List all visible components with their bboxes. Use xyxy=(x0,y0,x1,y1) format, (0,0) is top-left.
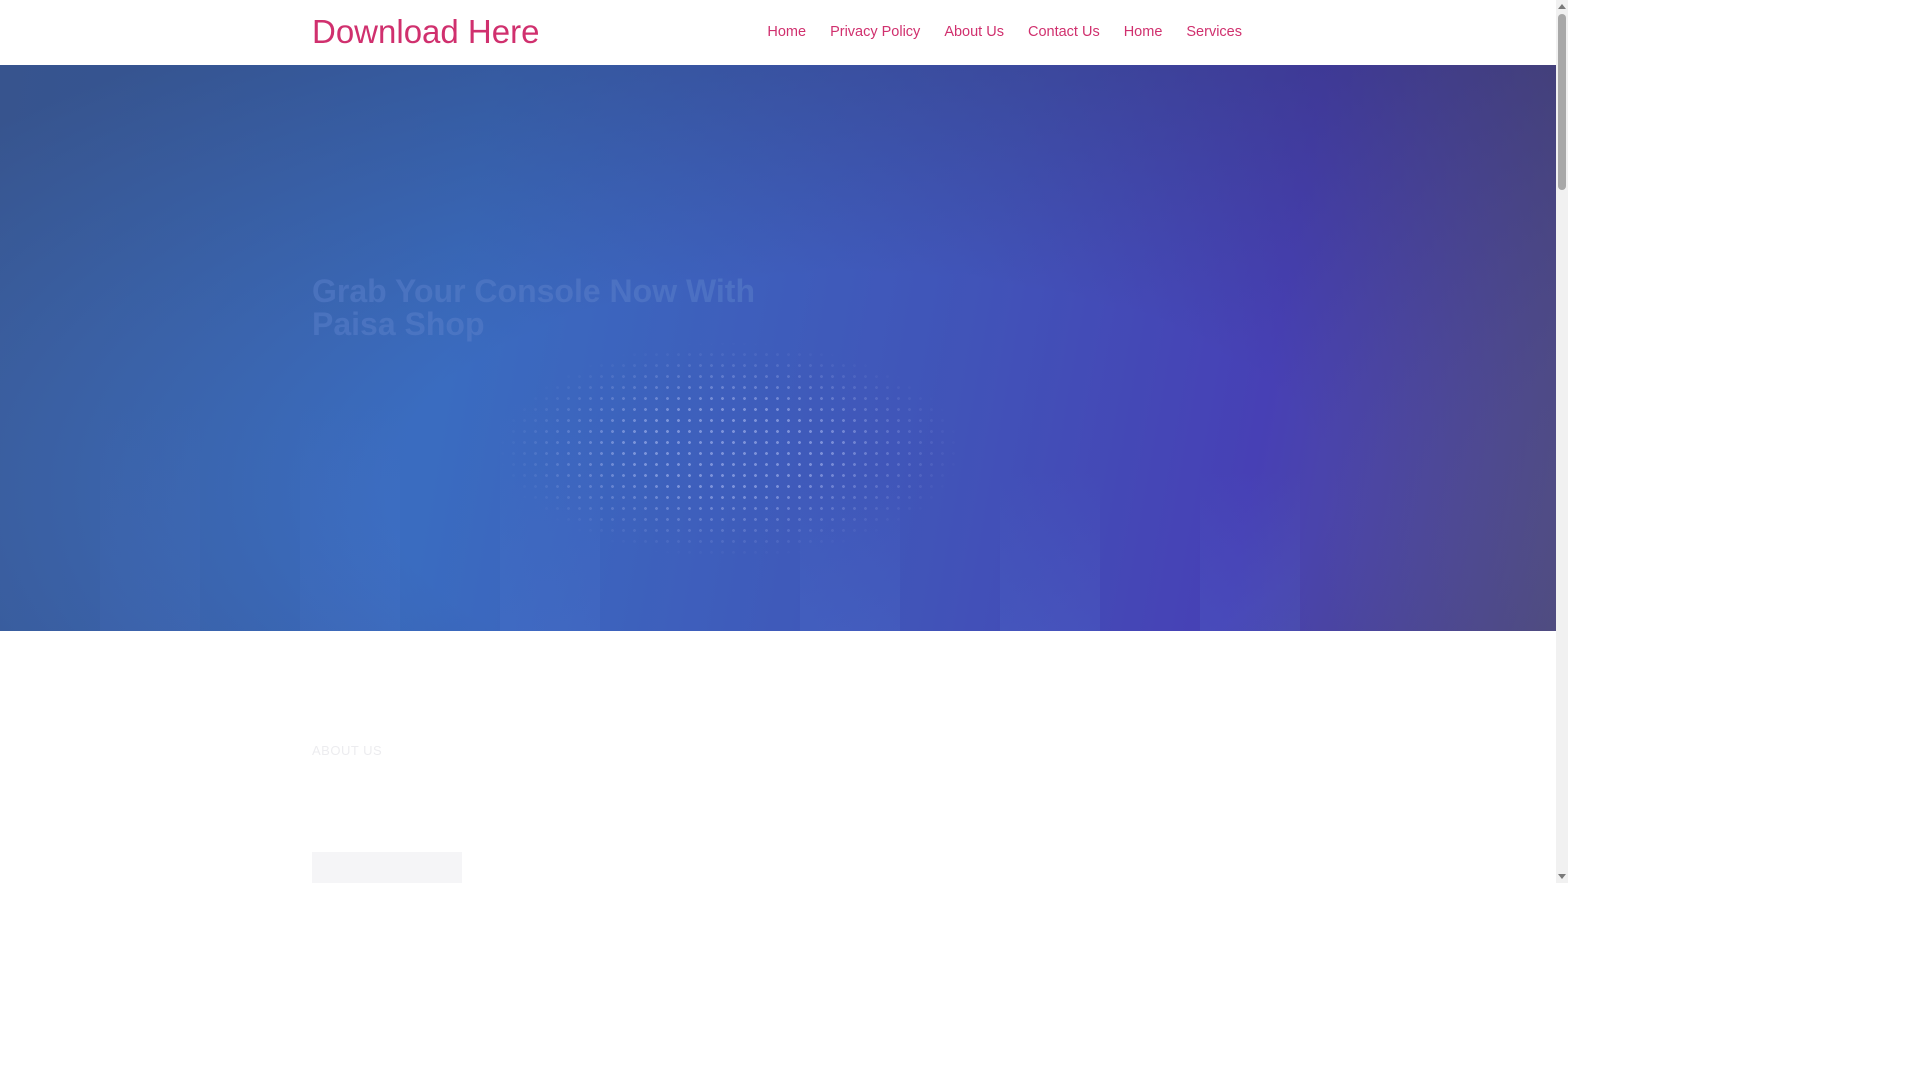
nav-contact-us[interactable]: Contact Us xyxy=(1016,22,1112,42)
nav-privacy-policy[interactable]: Privacy Policy xyxy=(818,22,932,42)
about-section-label: ABOUT US xyxy=(312,743,383,758)
about-read-more-button[interactable] xyxy=(312,852,462,883)
page: Download Here Home Privacy Policy About … xyxy=(0,0,1556,883)
scrollbar-thumb[interactable] xyxy=(1558,14,1566,190)
site-logo-link[interactable]: Download Here xyxy=(312,12,539,52)
nav-services[interactable]: Services xyxy=(1174,22,1242,42)
nav-about-us[interactable]: About Us xyxy=(932,22,1016,42)
vertical-scrollbar[interactable] xyxy=(1556,0,1568,883)
hero-title: Grab Your Console Now With Paisa Shop xyxy=(312,273,755,342)
hero-banner: Grab Your Console Now With Paisa Shop xyxy=(0,65,1556,631)
site-header: Download Here Home Privacy Policy About … xyxy=(0,0,1556,65)
scroll-up-arrow-icon[interactable] xyxy=(1558,4,1566,9)
main-nav: Home Privacy Policy About Us Contact Us … xyxy=(755,22,1242,42)
hero-overlay xyxy=(0,65,1556,631)
nav-home-2[interactable]: Home xyxy=(1112,22,1175,42)
nav-home[interactable]: Home xyxy=(755,22,818,42)
scroll-down-arrow-icon[interactable] xyxy=(1558,874,1566,879)
